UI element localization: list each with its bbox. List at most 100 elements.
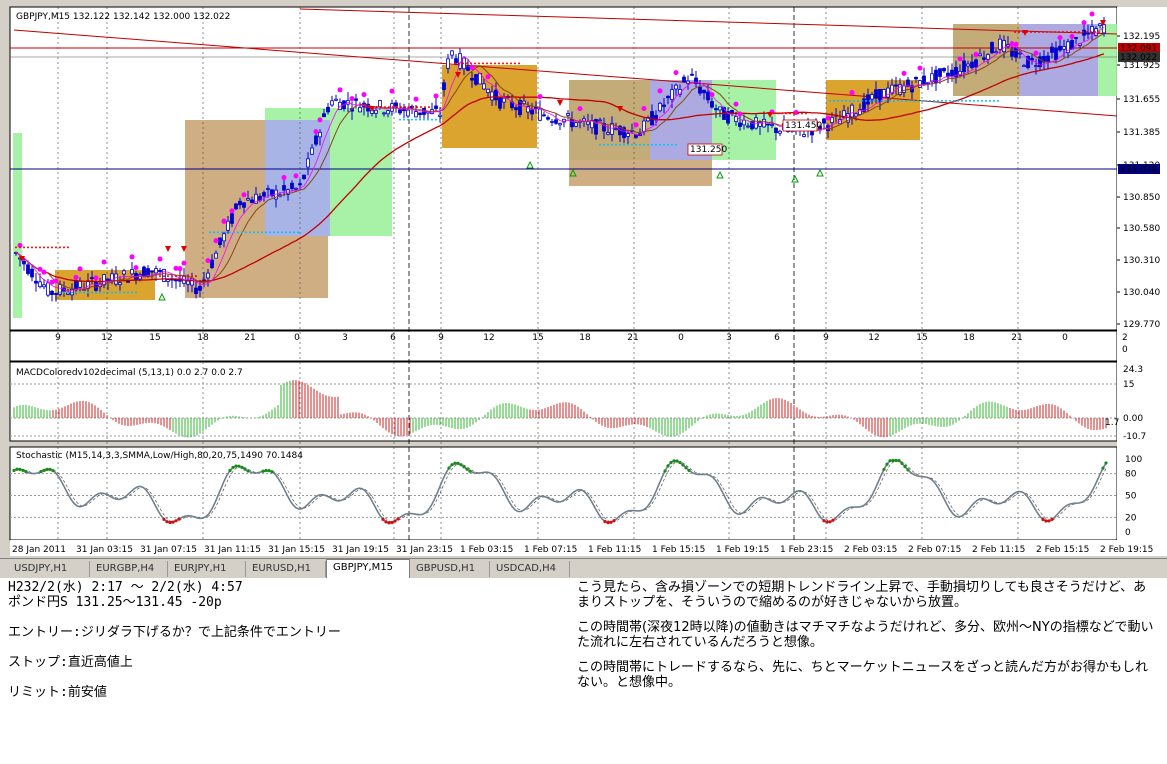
candle-body xyxy=(266,188,270,190)
candle-body xyxy=(986,54,990,60)
candle-body xyxy=(386,110,390,115)
overbought-marker xyxy=(669,460,673,465)
target-level-dots xyxy=(853,99,855,102)
target-level-dots xyxy=(933,99,935,102)
time-axis-label: 31 Jan 23:15 xyxy=(396,545,453,555)
candle-body xyxy=(74,279,78,291)
target-level-dots xyxy=(937,99,939,102)
candle-body xyxy=(746,125,750,128)
inline-price-tag-131250: 131.250 xyxy=(690,145,727,155)
target-level-dots xyxy=(59,291,61,294)
hour-tick-label: 12 xyxy=(101,333,112,343)
candle-body xyxy=(1102,24,1106,34)
stop-level-dots xyxy=(1042,31,1044,34)
candle-body xyxy=(670,89,674,100)
candle-body xyxy=(438,114,442,117)
signal-dot xyxy=(633,122,639,128)
stop-level-dots xyxy=(183,275,185,278)
stop-level-dots xyxy=(470,62,472,65)
target-level-dots xyxy=(399,118,401,121)
candle-body xyxy=(306,158,310,168)
candle-body xyxy=(802,134,806,137)
overbought-marker xyxy=(891,458,895,463)
candle-body xyxy=(754,117,758,129)
hour-tick-label: 0 xyxy=(294,333,300,343)
overbought-marker xyxy=(456,461,460,466)
target-level-dots xyxy=(79,291,81,294)
chart-header-label: GBPJPY,M15 132.122 132.142 132.000 132.0… xyxy=(16,12,230,22)
tab-eurjpy-h1[interactable]: EURJPY,H1 xyxy=(168,561,246,577)
overbought-marker xyxy=(39,470,43,474)
signal-dot xyxy=(41,269,47,275)
chart-tab-bar: USDJPY,H1 EURGBP,H4 EURJPY,H1 EURUSD,H1 … xyxy=(0,558,1167,579)
target-level-dots xyxy=(123,291,125,294)
time-axis-label: 31 Jan 11:15 xyxy=(204,545,261,555)
signal-dot xyxy=(485,74,491,80)
candle-body xyxy=(962,60,966,73)
stop-level-dots xyxy=(384,106,386,109)
candle-body xyxy=(54,293,58,295)
tab-eurgbp-h4[interactable]: EURGBP,H4 xyxy=(90,561,168,577)
stochastic-label: Stochastic (M15,14,3,3,SMMA,Low/High,80,… xyxy=(16,451,303,461)
candle-body xyxy=(290,182,294,189)
target-level-dots xyxy=(119,291,121,294)
oversold-marker xyxy=(393,519,397,523)
stop-level-dots xyxy=(175,275,177,278)
sub-panel-empty xyxy=(9,330,1118,362)
candle-body xyxy=(214,252,218,259)
target-level-dots xyxy=(293,231,295,234)
target-level-dots xyxy=(107,291,109,294)
chart-canvas[interactable]: 131.450 131.250 GBPJPY,M15 132.122 132.142… xyxy=(0,0,1167,558)
tab-usdjpy-h1[interactable]: USDJPY,H1 xyxy=(8,561,90,577)
oversold-marker xyxy=(168,520,172,525)
stop-level-dots xyxy=(63,246,65,249)
chart-area[interactable]: 131.450 131.250 GBPJPY,M15 132.122 132.142… xyxy=(0,0,1167,558)
candle-body xyxy=(738,122,742,127)
target-level-dots xyxy=(253,231,255,234)
candle-body xyxy=(922,75,926,86)
tab-gbpusd-h1[interactable]: GBPUSD,H1 xyxy=(410,561,490,577)
candle-body xyxy=(434,105,438,109)
candle-body xyxy=(1050,46,1054,53)
candle-body xyxy=(606,132,610,135)
stop-level-dots xyxy=(428,106,430,109)
candle-body xyxy=(850,104,854,118)
stop-level-dots xyxy=(1066,31,1068,34)
overbought-marker xyxy=(459,463,463,467)
time-axis-label: 1 Feb 23:15 xyxy=(780,545,833,555)
overbought-marker xyxy=(261,469,265,473)
stop-level-dots xyxy=(388,106,390,109)
candle-body xyxy=(1014,47,1018,58)
candle-body xyxy=(34,280,38,284)
tab-usdcad-h4[interactable]: USDCAD,H4 xyxy=(490,561,570,577)
candle-body xyxy=(466,66,470,71)
candle-body xyxy=(878,88,882,103)
candle-body xyxy=(142,266,146,278)
tab-eurusd-h1[interactable]: EURUSD,H1 xyxy=(246,561,326,577)
signal-dot xyxy=(101,259,107,265)
price-tick-label: 132.195 xyxy=(1123,32,1160,42)
target-level-dots xyxy=(917,99,919,102)
target-level-dots xyxy=(921,99,923,102)
signal-dot xyxy=(1057,35,1063,41)
target-level-dots xyxy=(237,231,239,234)
target-level-dots xyxy=(427,118,429,121)
tab-gbpjpy-m15[interactable]: GBPJPY,M15 xyxy=(326,559,410,578)
oversold-marker xyxy=(162,517,166,521)
target-level-dots xyxy=(265,231,267,234)
signal-dot xyxy=(901,70,907,76)
stop-level-dots xyxy=(47,246,49,249)
entry-line: エントリー:ジリダラ下げるか？で上記条件でエントリー xyxy=(8,625,341,640)
candle-body xyxy=(894,84,898,87)
candle-body xyxy=(1098,23,1102,26)
stochastic-tick-label: 100 xyxy=(1125,455,1142,465)
target-level-dots xyxy=(635,143,637,146)
time-axis-label: 31 Jan 15:15 xyxy=(268,545,325,555)
candle-body xyxy=(406,109,410,117)
stop-level-dots xyxy=(1074,31,1076,34)
candle-body xyxy=(482,83,486,90)
target-level-dots xyxy=(631,143,633,146)
candle-body xyxy=(866,94,870,105)
candle-body xyxy=(554,119,558,124)
candle-body xyxy=(334,98,338,101)
